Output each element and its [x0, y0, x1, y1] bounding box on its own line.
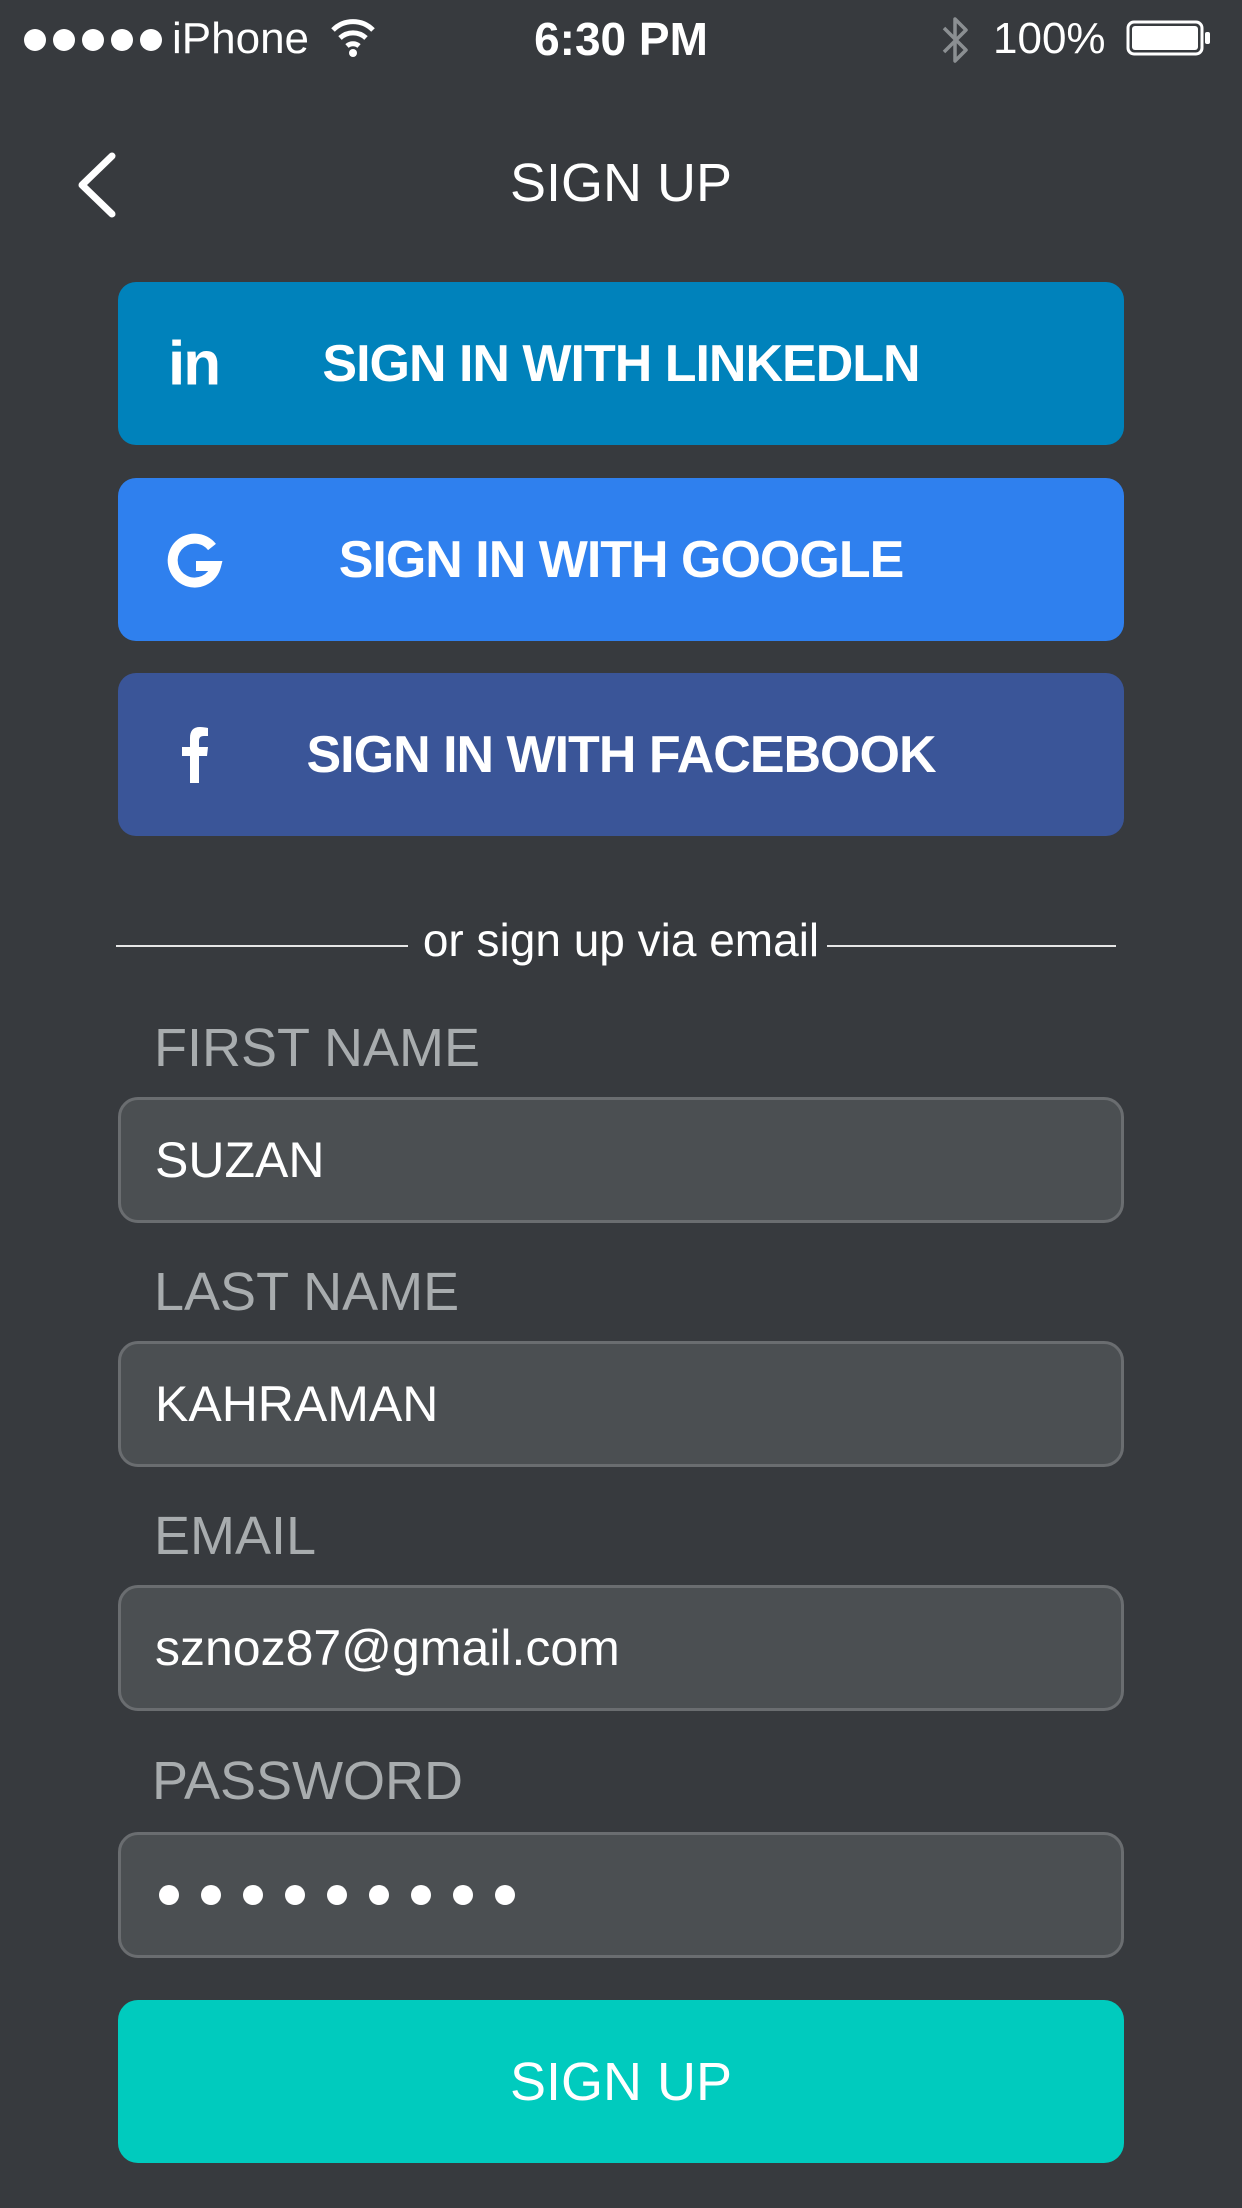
last-name-field[interactable]: KAHRAMAN	[118, 1341, 1124, 1467]
password-mask-dot	[369, 1885, 389, 1905]
password-field[interactable]	[118, 1832, 1124, 1958]
email-field[interactable]: sznoz87@gmail.com	[118, 1585, 1124, 1711]
battery-icon	[1126, 20, 1210, 56]
google-signin-button[interactable]: SIGN IN WITH GOOGLE	[118, 478, 1124, 641]
facebook-signin-button[interactable]: SIGN IN WITH FACEBOOK	[118, 673, 1124, 836]
password-label: PASSWORD	[152, 1751, 464, 1811]
first-name-field[interactable]: SUZAN	[118, 1097, 1124, 1223]
password-masked-value	[159, 1885, 515, 1905]
sign-up-button-label: SIGN UP	[509, 2051, 733, 2112]
linkedin-icon: in	[168, 329, 221, 398]
password-mask-dot	[453, 1885, 473, 1905]
first-name-label: FIRST NAME	[154, 1018, 481, 1078]
last-name-value: KAHRAMAN	[155, 1376, 439, 1432]
divider-text-wrap: or sign up via email	[0, 913, 1242, 967]
facebook-icon	[182, 726, 208, 783]
linkedin-signin-button[interactable]: in SIGN IN WITH LINKEDLN	[118, 282, 1124, 445]
password-mask-dot	[411, 1885, 431, 1905]
page-title: SIGN UP	[509, 153, 733, 213]
sign-up-button[interactable]: SIGN UP	[118, 2000, 1124, 2163]
linkedin-button-label: SIGN IN WITH LINKEDLN	[322, 334, 920, 393]
password-mask-dot	[201, 1885, 221, 1905]
first-name-value: SUZAN	[155, 1132, 325, 1188]
google-button-label: SIGN IN WITH GOOGLE	[338, 530, 905, 589]
email-label: EMAIL	[154, 1506, 317, 1566]
password-mask-dot	[243, 1885, 263, 1905]
password-mask-dot	[327, 1885, 347, 1905]
bluetooth-icon	[942, 17, 968, 63]
password-mask-dot	[159, 1885, 179, 1905]
status-bar: iPhone 6:30 PM 100%	[0, 0, 1242, 80]
password-mask-dot	[495, 1885, 515, 1905]
facebook-button-label: SIGN IN WITH FACEBOOK	[306, 725, 937, 784]
email-value: sznoz87@gmail.com	[155, 1620, 620, 1676]
password-mask-dot	[285, 1885, 305, 1905]
divider-text: or sign up via email	[414, 914, 828, 966]
google-icon	[167, 533, 223, 588]
battery-percent: 100%	[993, 14, 1106, 63]
last-name-label: LAST NAME	[154, 1262, 460, 1322]
